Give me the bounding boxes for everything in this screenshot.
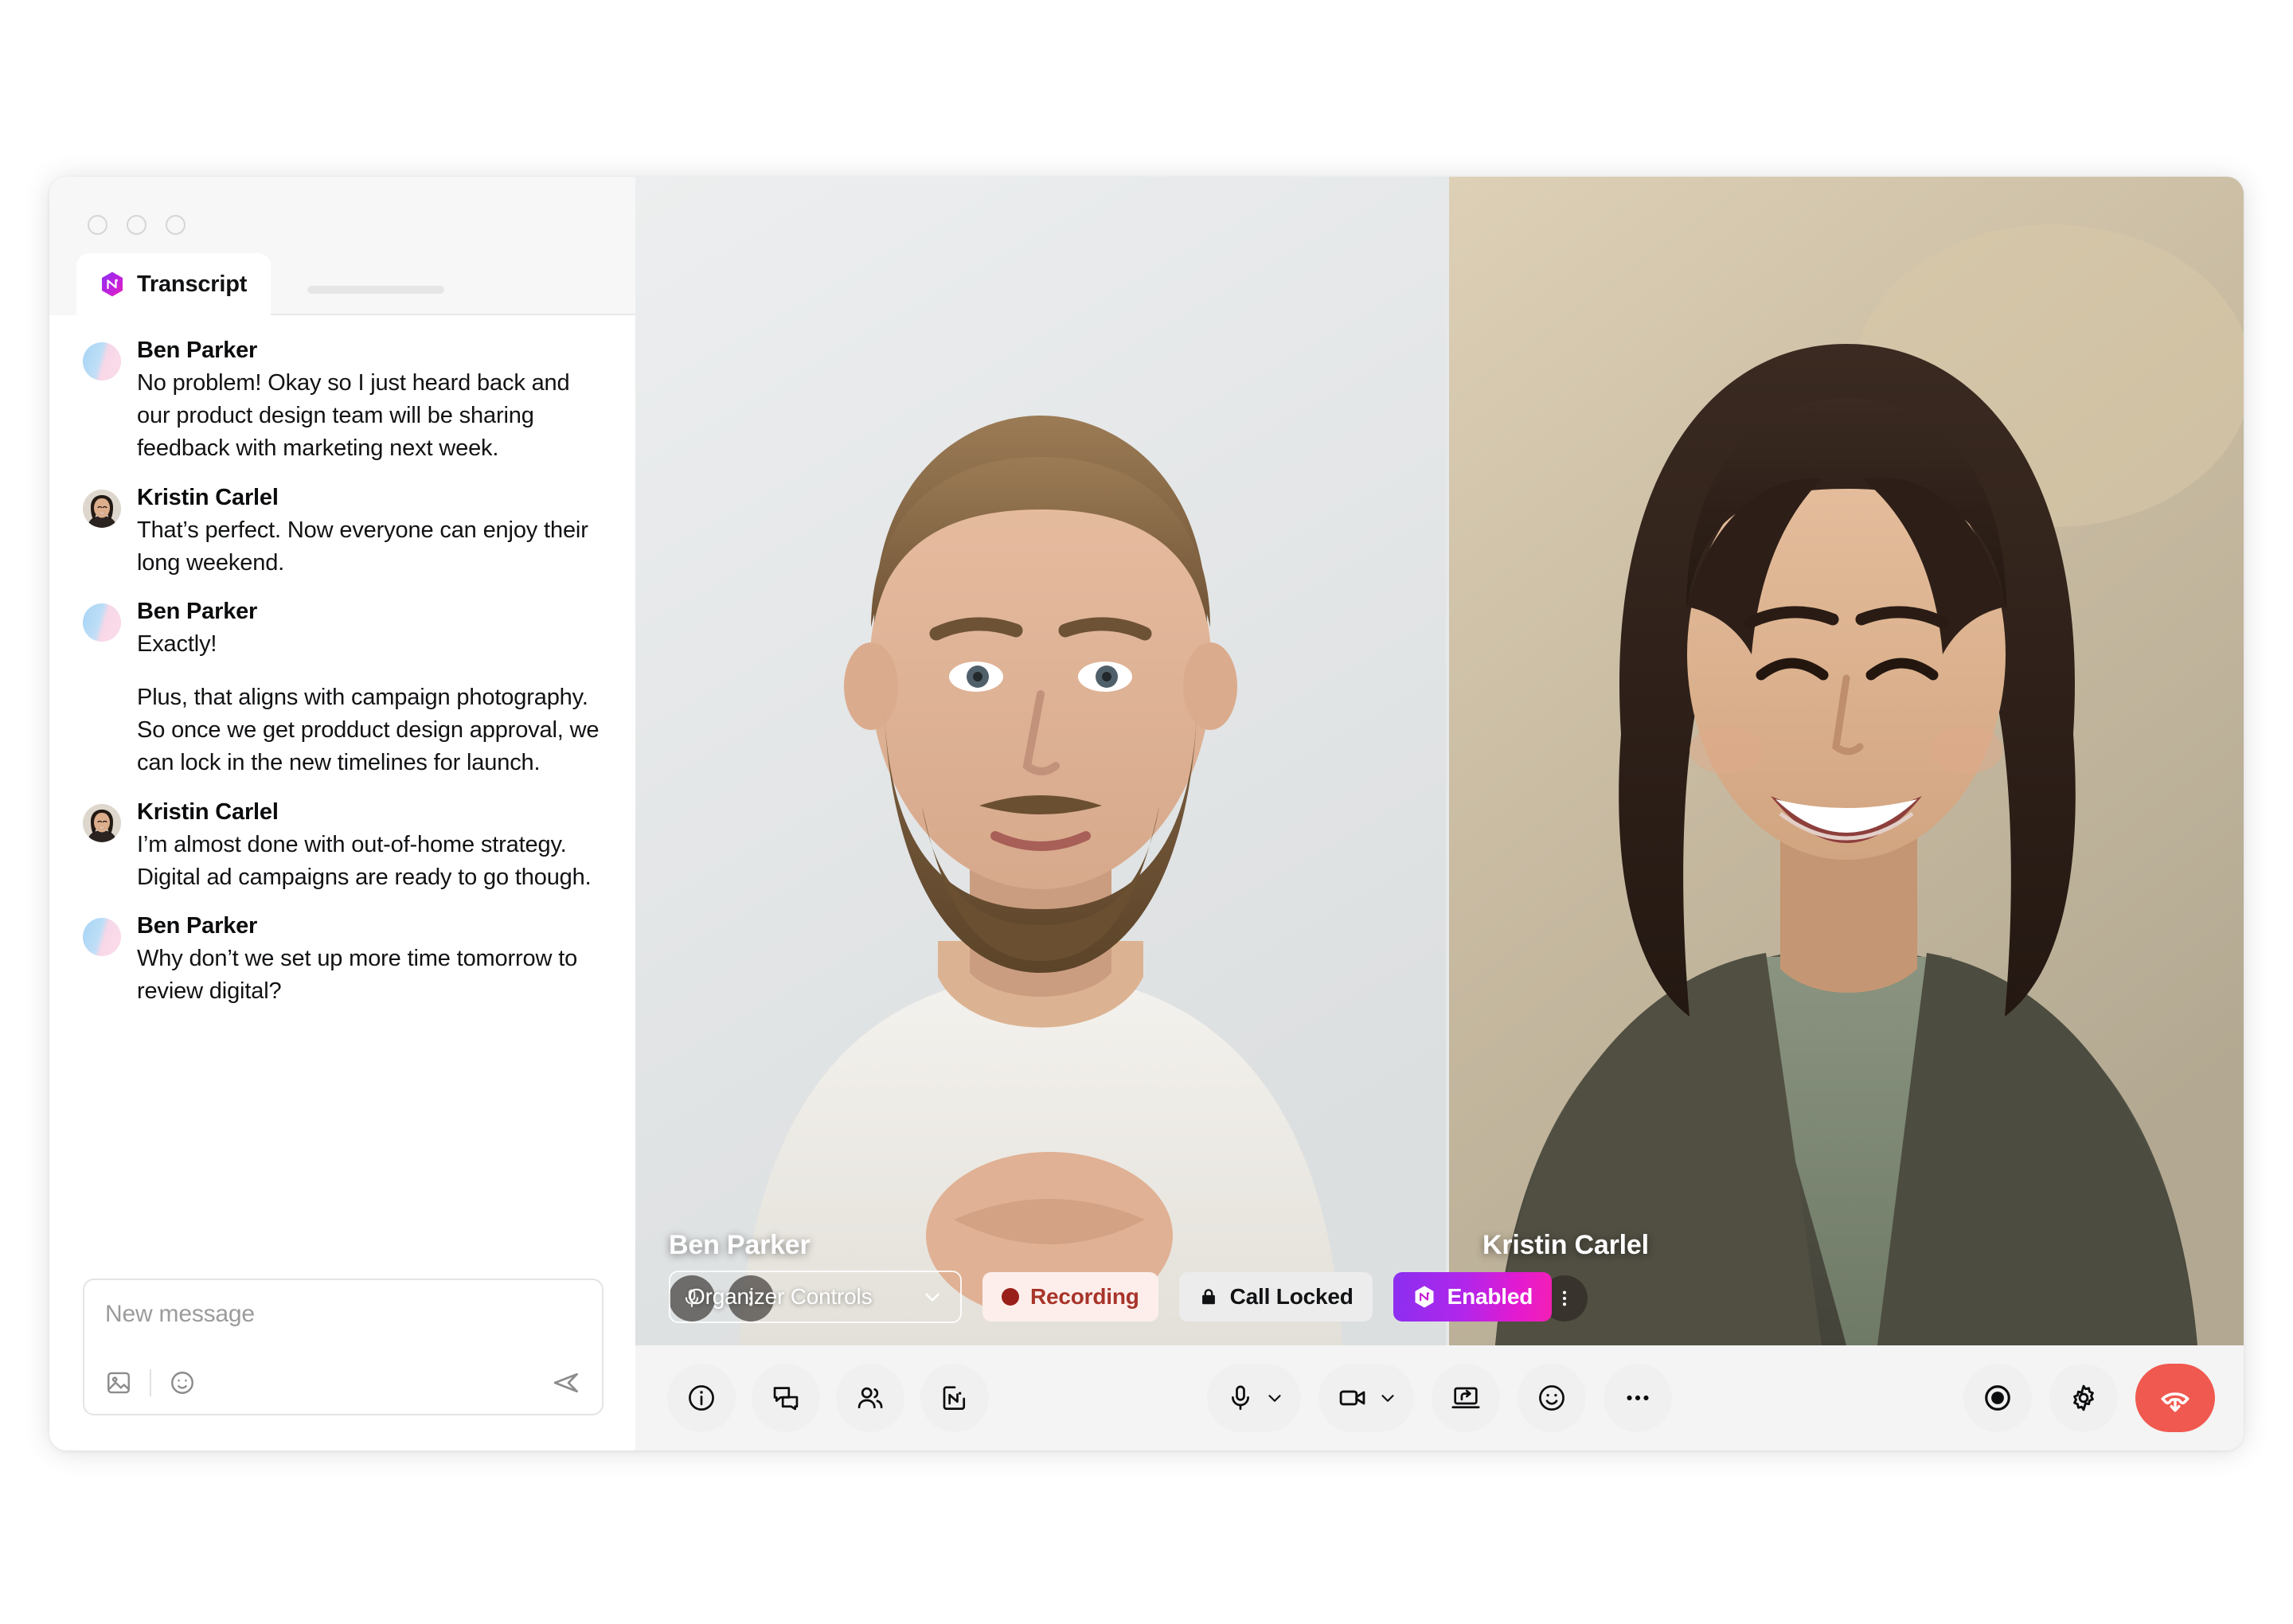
organizer-controls-bar: Organizer Controls Recording Call Locked… [669, 1271, 1553, 1323]
participant-name-kristin: Kristin Carlel [1482, 1230, 1649, 1260]
emoji-icon[interactable] [1518, 1364, 1586, 1432]
ai-notes-icon[interactable] [920, 1364, 989, 1432]
emoji-icon[interactable] [169, 1369, 196, 1396]
video-camera-icon [1338, 1383, 1368, 1413]
transcript-message-list[interactable]: Ben Parker No problem! Okay so I just hea… [83, 338, 604, 1267]
avatar [83, 489, 121, 528]
transcript-message-text: Plus, that aligns with campaign photogra… [137, 685, 600, 776]
gear-icon[interactable] [2049, 1364, 2118, 1432]
tab-transcript-label: Transcript [137, 271, 248, 297]
tabbar-empty-area [271, 266, 635, 315]
hangup-icon[interactable] [2135, 1364, 2215, 1432]
microphone-icon [1226, 1384, 1255, 1412]
organizer-controls-select[interactable]: Organizer Controls [669, 1271, 962, 1323]
transcript-message-body: Kristin Carlel That’s perfect. Now everyo… [137, 485, 604, 580]
status-badge-recording[interactable]: Recording [982, 1272, 1158, 1321]
control-group-left [667, 1364, 989, 1432]
transcript-message-text: Exactly! [137, 630, 217, 657]
window-close-button[interactable] [88, 215, 107, 235]
info-icon[interactable] [667, 1364, 736, 1432]
chevron-down-icon [920, 1285, 944, 1309]
participant-video-ben [635, 177, 1446, 1345]
lock-icon [1198, 1285, 1219, 1309]
send-icon[interactable] [551, 1368, 581, 1398]
transcript-message-text: No problem! Okay so I just heard back an… [137, 370, 570, 462]
video-grid: Ben Parker Kristin Carlel Organizer Cont… [635, 177, 2244, 1345]
nyota-hex-icon [99, 271, 126, 298]
organizer-controls-label: Organizer Controls [688, 1284, 873, 1309]
badge-enabled-label: Enabled [1447, 1284, 1533, 1309]
avatar [83, 803, 121, 842]
avatar [83, 603, 121, 642]
chevron-down-icon[interactable] [1377, 1388, 1398, 1408]
transcript-message: Kristin Carlel That’s perfect. Now everyo… [83, 485, 604, 580]
record-dot-icon [1002, 1288, 1019, 1306]
more-horizontal-icon[interactable] [1604, 1364, 1672, 1432]
transcript-message: Ben Parker Why don’t we set up more time … [83, 913, 604, 1008]
video-tile-ben-parker[interactable]: Ben Parker [635, 177, 1446, 1345]
camera-toggle-button[interactable] [1318, 1364, 1414, 1432]
chevron-down-icon[interactable] [1264, 1388, 1285, 1408]
window-minimize-button[interactable] [127, 215, 146, 235]
transcript-message-text: I’m almost done with out-of-home strateg… [137, 831, 592, 890]
avatar [83, 342, 121, 381]
record-circle-icon[interactable] [1963, 1364, 2032, 1432]
message-input[interactable] [105, 1301, 581, 1328]
transcript-message-author: Ben Parker [137, 912, 258, 939]
tab-transcript[interactable]: Transcript [76, 253, 271, 315]
transcript-message-body: Ben Parker Why don’t we set up more time … [137, 913, 604, 1008]
status-badge-enabled[interactable]: Enabled [1393, 1272, 1553, 1321]
transcript-message-body: Kristin Carlel I’m almost done with out-o… [137, 799, 604, 894]
transcript-message: Ben Parker Exactly! Plus, that aligns with… [83, 599, 604, 780]
nyota-hex-icon [1412, 1285, 1436, 1309]
transcript-message-body: Ben Parker No problem! Okay so I just hea… [137, 338, 604, 466]
participant-video-kristin [1449, 177, 2244, 1345]
transcript-message-author: Kristin Carlel [137, 798, 279, 825]
transcript-message: Kristin Carlel I’m almost done with out-o… [83, 799, 604, 894]
avatar [83, 917, 121, 956]
microphone-toggle-button[interactable] [1207, 1364, 1301, 1432]
people-icon[interactable] [836, 1364, 904, 1432]
tab-placeholder-bar [307, 286, 445, 294]
control-group-right [1963, 1364, 2215, 1432]
status-badge-call-locked[interactable]: Call Locked [1178, 1272, 1373, 1321]
composer-divider [150, 1369, 151, 1396]
image-icon[interactable] [105, 1369, 132, 1396]
video-stage: Ben Parker Kristin Carlel Organizer Cont… [635, 177, 2244, 1450]
participant-name-ben: Ben Parker [669, 1230, 811, 1260]
window-controls [49, 177, 635, 253]
video-tile-kristin-carlel[interactable]: Kristin Carlel [1446, 177, 2244, 1345]
sidebar-tabbar: Transcript [49, 253, 635, 315]
transcript-sidebar: Transcript Ben Parker No problem! Okay so… [49, 177, 635, 1450]
control-group-center [1207, 1364, 1672, 1432]
window-maximize-button[interactable] [166, 215, 186, 235]
transcript-message: Ben Parker No problem! Okay so I just hea… [83, 338, 604, 466]
composer-wrapper [83, 1267, 604, 1450]
composer-actions [105, 1368, 581, 1398]
chat-bubbles-icon[interactable] [752, 1364, 820, 1432]
transcript-message-author: Ben Parker [137, 338, 258, 363]
transcript-message-author: Kristin Carlel [137, 484, 279, 510]
transcript-panel: Ben Parker No problem! Okay so I just hea… [49, 315, 635, 1450]
meeting-control-bar [635, 1345, 2244, 1450]
message-composer[interactable] [83, 1279, 604, 1415]
share-screen-icon[interactable] [1432, 1364, 1500, 1432]
transcript-message-text: Why don’t we set up more time tomorrow t… [137, 945, 578, 1005]
transcript-message-text: That’s perfect. Now everyone can enjoy t… [137, 517, 588, 576]
app-window: Transcript Ben Parker No problem! Okay so… [49, 177, 2244, 1450]
transcript-message-author: Ben Parker [137, 598, 258, 624]
badge-recording-label: Recording [1030, 1284, 1139, 1309]
badge-call-locked-label: Call Locked [1229, 1284, 1354, 1309]
transcript-message-body: Ben Parker Exactly! Plus, that aligns with… [137, 599, 604, 780]
